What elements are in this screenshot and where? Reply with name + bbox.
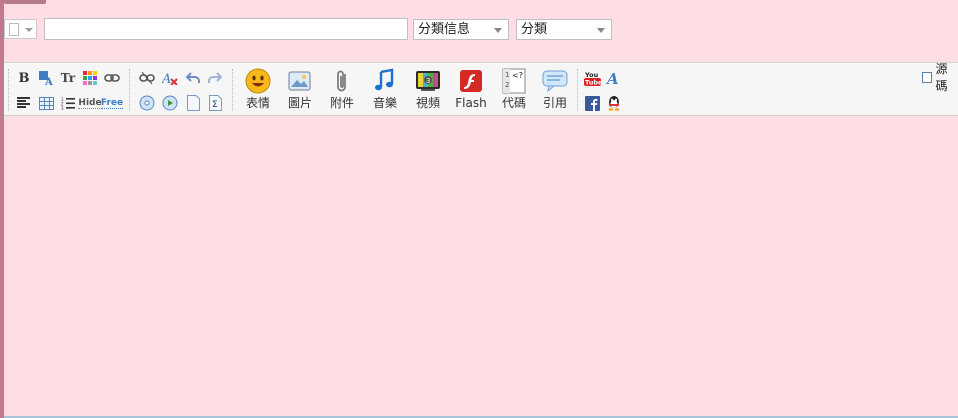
play-disc-icon [162,95,178,111]
svg-text:Σ: Σ [212,100,218,110]
toolbar-separator [129,69,131,111]
redo-button[interactable] [206,69,224,87]
toolbar-separator [232,69,234,111]
image-label: 圖片 [287,96,312,110]
ordered-list-button[interactable]: 1 2 3 [59,94,77,112]
flash-button[interactable]: Flash [451,68,491,114]
font-a-icon: A [606,70,619,86]
font-color-button[interactable]: A [37,69,55,87]
svg-text:Tube: Tube [585,78,601,86]
blank-page-icon [186,95,200,111]
header-remnant [4,0,46,4]
youtube-icon: You Tube [583,71,601,86]
post-type-dropdown[interactable] [4,19,37,39]
background-color-button[interactable] [81,69,99,87]
svg-text:A: A [44,77,53,86]
undo-icon [186,72,200,83]
emoticon-button[interactable]: 表情 [238,68,278,114]
attachment-button[interactable]: 附件 [322,68,362,114]
svg-text:3: 3 [61,106,64,110]
remove-format-button[interactable]: A [161,69,179,87]
svg-text:3: 3 [426,77,430,85]
subject-input[interactable] [44,18,408,40]
music-label: 音樂 [372,96,397,110]
chevron-down-icon [494,28,502,33]
source-mode-label: 源碼 [935,62,948,93]
quote-button[interactable]: 引用 [535,68,575,114]
chevron-down-icon [597,28,605,33]
flash-icon [460,70,482,92]
font-style-button[interactable]: A [605,69,623,87]
toolbar-grip [8,69,11,111]
tv-icon: 3 [416,71,440,91]
quote-label: 引用 [542,96,567,110]
hide-icon: Hide [78,97,102,109]
code-label: 代碼 [501,96,526,110]
image-button[interactable]: 圖片 [280,68,320,114]
facebook-icon [584,95,600,111]
speech-bubble-icon [542,70,568,93]
bold-button[interactable]: B [15,69,33,87]
svg-text:<?: <? [512,71,523,80]
font-color-icon: A [39,71,53,86]
sigma-page-icon: Σ [208,95,222,111]
table-icon [38,96,54,110]
source-mode-toggle[interactable]: 源碼 [922,62,958,93]
ordered-list-icon: 1 2 3 [61,97,75,110]
picture-icon [288,71,311,91]
new-page-button[interactable] [184,94,202,112]
paperclip-icon [337,70,346,92]
free-icon: Free [100,97,124,109]
flash-label: Flash [455,96,487,110]
document-icon [9,23,19,36]
emoticon-label: 表情 [245,96,270,110]
qq-penguin-icon [608,96,620,111]
source-mode-checkbox[interactable] [922,71,933,83]
editor-toolbar: B A Tr 1 2 3 Hide Free A Σ 表情 圖片 附件 音樂 3… [4,62,958,116]
code-button[interactable]: 1 2 <? 代碼 [494,68,534,114]
category-info-select-value: 分類信息 [418,22,471,37]
post-header-row: 分類信息 分類 [0,18,958,42]
svg-text:A: A [606,70,619,86]
video-button[interactable]: 3 視頻 [408,68,448,114]
youtube-button[interactable]: You Tube [583,69,601,87]
qq-button[interactable] [605,94,623,112]
facebook-button[interactable] [583,94,601,112]
svg-text:2: 2 [505,81,509,89]
free-button[interactable]: Free [100,94,124,112]
font-size-icon: Tr [60,71,76,85]
color-grid-icon [83,71,97,85]
music-button[interactable]: 音樂 [365,68,405,114]
bold-icon: B [18,70,30,86]
chevron-down-icon [25,28,33,32]
video-label: 視頻 [415,96,440,110]
play-media-button[interactable] [161,94,179,112]
align-left-icon [17,97,30,108]
unlink-icon [139,71,155,85]
svg-text:1: 1 [505,71,509,79]
insert-media-button[interactable] [138,94,156,112]
align-left-button[interactable] [15,94,33,112]
code-icon: 1 2 <? [502,68,526,94]
hide-button[interactable]: Hide [78,94,102,112]
table-button[interactable] [37,94,55,112]
attachment-label: 附件 [329,96,354,110]
music-note-icon [375,68,394,91]
svg-text:A: A [162,72,171,85]
category-select-value: 分類 [521,22,548,37]
link-button[interactable] [103,69,121,87]
disc-icon [139,95,155,111]
formula-button[interactable]: Σ [206,94,224,112]
category-info-select[interactable]: 分類信息 [413,19,509,40]
undo-button[interactable] [184,69,202,87]
toolbar-separator [577,69,579,111]
unlink-button[interactable] [138,69,156,87]
redo-icon [208,72,222,83]
link-icon [104,74,120,82]
category-select[interactable]: 分類 [516,19,612,40]
font-size-button[interactable]: Tr [59,69,77,87]
smiley-icon [245,68,271,94]
remove-format-icon: A [162,72,178,85]
